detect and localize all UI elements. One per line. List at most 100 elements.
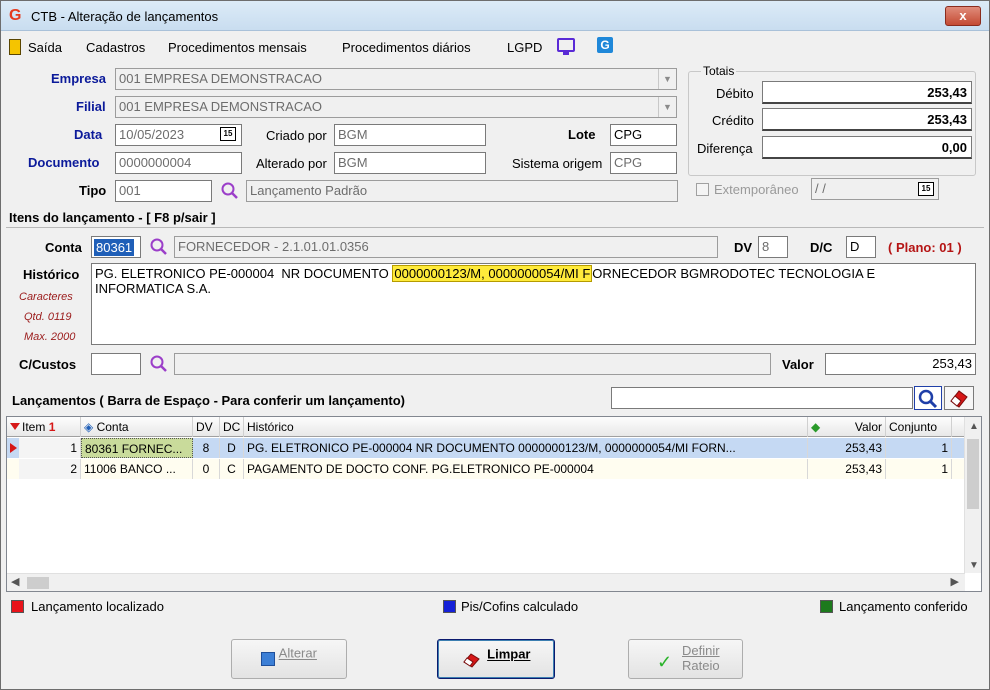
- historico-memo[interactable]: PG. ELETRONICO PE-000004 NR DOCUMENTO 00…: [91, 263, 976, 345]
- menu-procedimentos-mensais[interactable]: Procedimentos mensais: [168, 40, 307, 55]
- lancamentos-grid: Item 1 ◈ Conta DV DC Histórico ◆ Valor Co…: [6, 416, 982, 592]
- qtd-label: Qtd. 0119: [24, 311, 72, 323]
- alterar-label: Alterar: [278, 645, 317, 661]
- column-header-historico[interactable]: Histórico: [244, 417, 808, 437]
- credito-label: Crédito: [712, 113, 754, 128]
- column-header-dc[interactable]: DC: [220, 417, 244, 437]
- empresa-value: 001 EMPRESA DEMONSTRACAO: [119, 71, 322, 86]
- chevron-down-icon[interactable]: ▼: [969, 560, 979, 571]
- menu-cadastros[interactable]: Cadastros: [86, 40, 145, 55]
- current-row-indicator-icon: [10, 443, 17, 453]
- dc-field[interactable]: D: [846, 236, 876, 258]
- conta-field[interactable]: 80361: [91, 236, 141, 258]
- check-icon: ✓: [657, 652, 673, 672]
- cell-valor: 253,43: [808, 459, 886, 479]
- tipo-field[interactable]: 001: [115, 180, 212, 202]
- cell-conta: 11006 BANCO ...: [81, 459, 193, 479]
- lancamentos-title: Lançamentos ( Barra de Espaço - Para con…: [12, 393, 406, 408]
- grid-header: Item 1 ◈ Conta DV DC Histórico ◆ Valor Co…: [7, 417, 965, 437]
- window-title: CTB - Alteração de lançamentos: [31, 9, 219, 24]
- empresa-label: Empresa: [51, 71, 106, 86]
- totais-title: Totais: [701, 64, 737, 78]
- cell-item: 1: [19, 438, 81, 458]
- menu-bar: [1, 32, 989, 60]
- cell-historico: PAGAMENTO DE DOCTO CONF. PG.ELETRONICO P…: [244, 459, 808, 479]
- column-valor-label: Valor: [854, 420, 882, 434]
- lancamentos-search-input[interactable]: [611, 387, 913, 409]
- itens-title: Itens do lançamento - [ F8 p/sair ]: [9, 210, 216, 225]
- caracteres-label: Caracteres: [19, 291, 73, 303]
- sistema-field[interactable]: CPG: [610, 152, 677, 174]
- chevron-left-icon[interactable]: ◀: [11, 575, 19, 588]
- monitor-icon[interactable]: [557, 38, 575, 52]
- chevron-right-icon[interactable]: ▶: [951, 575, 959, 588]
- lote-field[interactable]: CPG: [610, 124, 677, 146]
- cell-conjunto: 1: [886, 438, 952, 458]
- extemporaneo-label: Extemporâneo: [714, 182, 799, 197]
- vertical-scrollbar[interactable]: ▲ ▼: [964, 417, 981, 573]
- menu-procedimentos-diarios[interactable]: Procedimentos diários: [342, 40, 471, 55]
- scrollbar-thumb[interactable]: [27, 577, 49, 589]
- criado-field[interactable]: BGM: [334, 124, 486, 146]
- column-header-item[interactable]: Item 1: [19, 417, 81, 437]
- filial-label: Filial: [76, 99, 106, 114]
- clear-search-button[interactable]: [944, 386, 974, 410]
- chevron-up-icon[interactable]: ▲: [969, 421, 979, 432]
- calendar-icon[interactable]: 15: [918, 182, 934, 196]
- cell-conta: 80361 FORNEC...: [81, 438, 193, 458]
- close-button[interactable]: x: [945, 6, 981, 26]
- table-row[interactable]: 1 80361 FORNEC... 8 D PG. ELETRONICO PE-…: [7, 438, 965, 458]
- extemporaneo-checkbox[interactable]: [696, 183, 709, 196]
- valor-label: Valor: [782, 357, 814, 372]
- historico-highlight: 0000000123/M, 0000000054/MI F: [392, 265, 593, 282]
- ccustos-field[interactable]: [91, 353, 141, 375]
- column-header-conjunto[interactable]: Conjunto: [886, 417, 952, 437]
- definir-rateio-label: Definir Rateio: [682, 643, 720, 673]
- legend-blue-swatch: [443, 600, 456, 613]
- search-icon[interactable]: [149, 237, 169, 257]
- limpar-button[interactable]: Limpar: [437, 639, 555, 679]
- tag-icon: ◈: [84, 420, 94, 434]
- cell-item: 2: [19, 459, 81, 479]
- scrollbar-thumb[interactable]: [967, 439, 979, 509]
- legend-green-swatch: [820, 600, 833, 613]
- search-icon[interactable]: [149, 354, 169, 374]
- max-label: Max. 2000: [24, 331, 76, 343]
- chevron-down-icon[interactable]: ▼: [658, 97, 676, 117]
- dc-label: D/C: [810, 240, 833, 255]
- eraser-icon: [462, 653, 480, 668]
- historico-text-continued: ORNECEDOR BGMRODOTEC TECNOLOGIA E: [592, 266, 876, 281]
- filial-select[interactable]: 001 EMPRESA DEMONSTRACAO ▼: [115, 96, 677, 118]
- cell-valor: 253,43: [808, 438, 886, 458]
- search-icon[interactable]: [220, 181, 240, 201]
- horizontal-scrollbar[interactable]: ◀ ▶: [7, 573, 965, 591]
- calendar-icon[interactable]: 15: [220, 127, 236, 141]
- tipo-label: Tipo: [79, 183, 107, 198]
- menu-saida[interactable]: Saída: [28, 40, 62, 55]
- rateio-label: Rateio: [682, 658, 720, 673]
- documento-field[interactable]: 0000000004: [115, 152, 242, 174]
- cell-dc: D: [220, 438, 244, 458]
- chevron-down-icon[interactable]: ▼: [658, 69, 676, 89]
- exit-icon: [9, 39, 21, 55]
- divider: [6, 227, 984, 228]
- empresa-select[interactable]: 001 EMPRESA DEMONSTRACAO ▼: [115, 68, 677, 90]
- search-icon: [918, 389, 938, 409]
- column-header-conta[interactable]: ◈ Conta: [81, 417, 193, 437]
- historico-label: Histórico: [23, 267, 80, 282]
- search-button[interactable]: [914, 386, 942, 410]
- alterado-field[interactable]: BGM: [334, 152, 486, 174]
- valor-field[interactable]: 253,43: [825, 353, 976, 375]
- definir-rateio-button[interactable]: ✓ Definir Rateio: [628, 639, 743, 679]
- alterar-button[interactable]: Alterar: [231, 639, 347, 679]
- column-header-valor[interactable]: ◆ Valor: [808, 417, 886, 437]
- cell-dc: C: [220, 459, 244, 479]
- column-header-dv[interactable]: DV: [193, 417, 220, 437]
- dv-field[interactable]: 8: [758, 236, 788, 258]
- g-app-icon[interactable]: G: [597, 37, 613, 53]
- sistema-label: Sistema origem: [512, 156, 603, 171]
- diferenca-label: Diferença: [697, 141, 753, 156]
- table-row[interactable]: 2 11006 BANCO ... 0 C PAGAMENTO DE DOCTO…: [7, 459, 965, 479]
- menu-lgpd[interactable]: LGPD: [507, 40, 542, 55]
- documento-label: Documento: [28, 155, 100, 170]
